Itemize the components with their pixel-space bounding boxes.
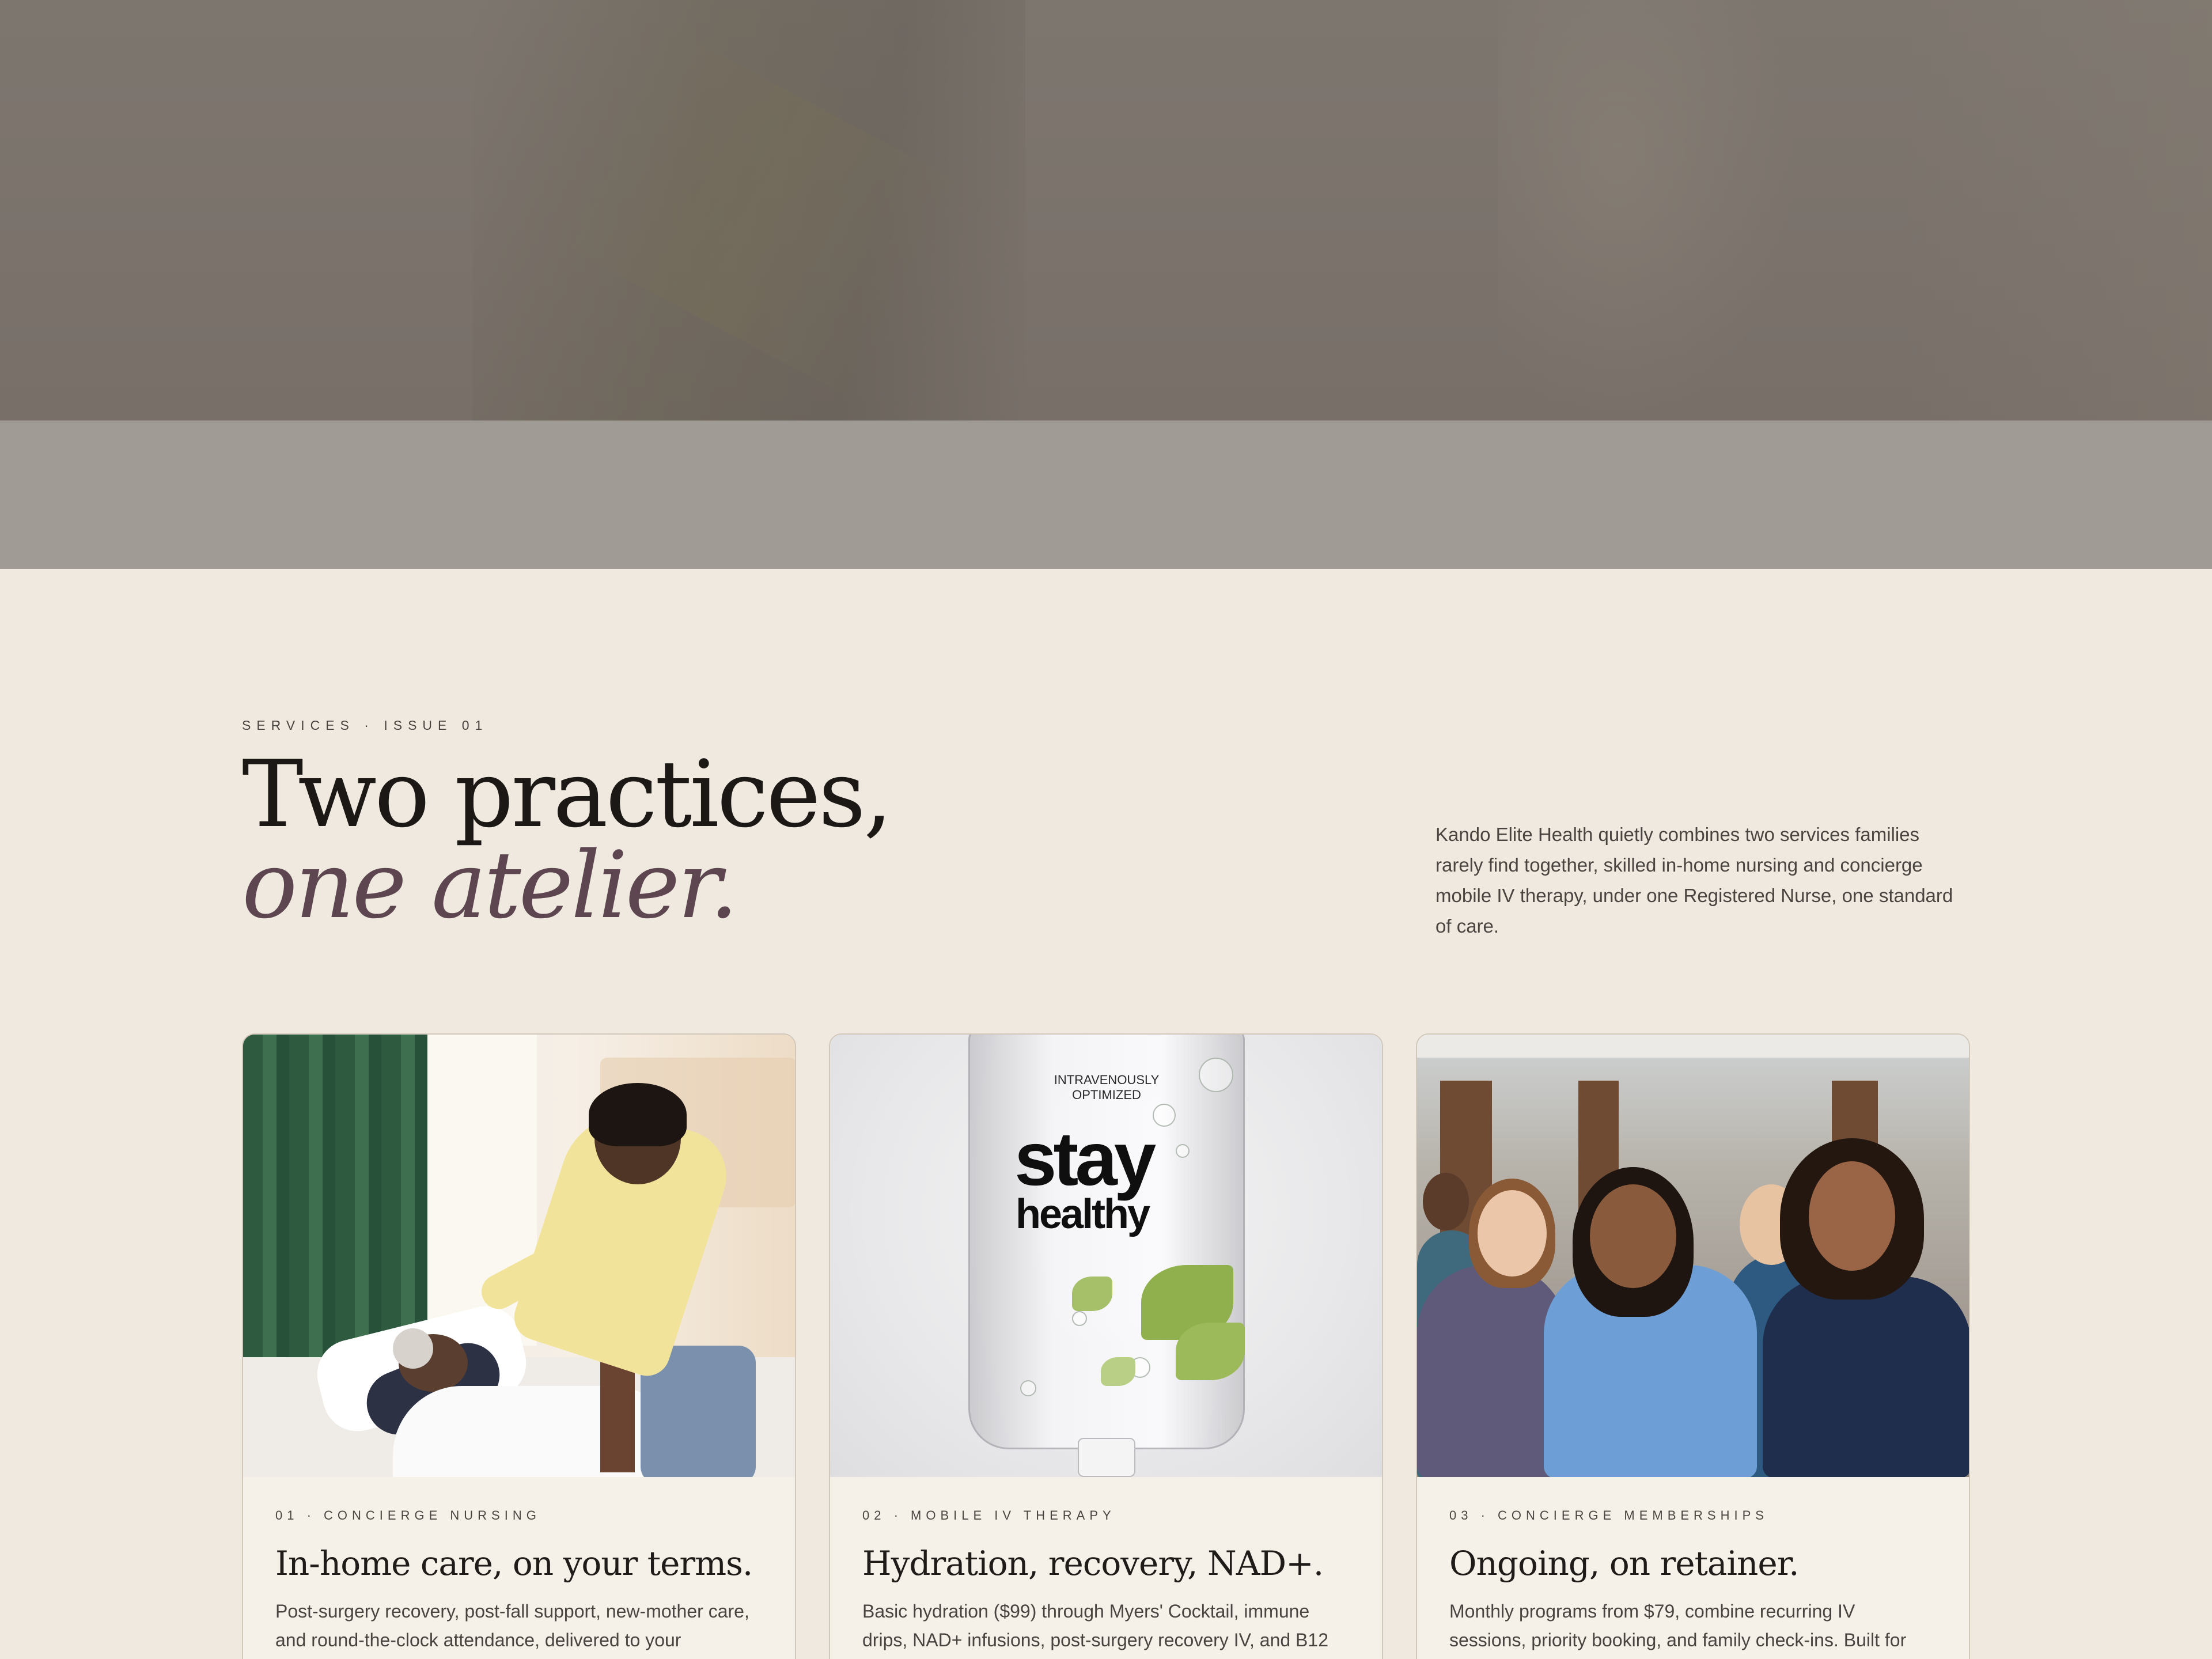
bubble	[1153, 1104, 1176, 1127]
card-kicker: 01 · CONCIERGE NURSING	[275, 1508, 541, 1522]
iv-bag-image: INTRAVENOUSLY OPTIMIZED stay healthy	[830, 1035, 1382, 1477]
card-description: Monthly programs from $79, combine recur…	[1449, 1601, 1907, 1650]
section-intro: Kando Elite Health quietly combines two …	[1435, 824, 1953, 937]
leaf	[1101, 1357, 1135, 1386]
leaf	[1072, 1277, 1112, 1311]
card-title[interactable]: In-home care, on your terms.	[275, 1544, 763, 1583]
iv-bag-tagline-line1: INTRAVENOUSLY	[1054, 1073, 1160, 1087]
card-description: Post-surgery recovery, post-fall support…	[275, 1601, 749, 1650]
bubble	[1020, 1380, 1036, 1396]
card-title[interactable]: Ongoing, on retainer.	[1449, 1544, 1937, 1583]
card-description: Basic hydration ($99) through Myers' Coc…	[862, 1601, 1328, 1650]
blanket-shape	[393, 1386, 681, 1477]
card-kicker: 02 · MOBILE IV THERAPY	[862, 1508, 1116, 1522]
hero-image-edge	[1901, 0, 2212, 421]
iv-bag-big-text-2: healthy	[1016, 1191, 1150, 1237]
card-body: 03 · CONCIERGE MEMBERSHIPS Ongoing, on r…	[1417, 1508, 1969, 1654]
nursing-image	[243, 1035, 795, 1477]
section-headline: Two practices, one atelier.	[242, 748, 1048, 931]
section-eyebrow: SERVICES · ISSUE 01	[242, 718, 488, 733]
hero-bottom-band	[0, 421, 2212, 569]
card-body: 01 · CONCIERGE NURSING In-home care, on …	[243, 1508, 795, 1654]
bubble	[1176, 1144, 1190, 1158]
nurse-hair-shape	[589, 1083, 687, 1146]
headline-italic: one atelier.	[242, 831, 738, 939]
bubble	[1072, 1311, 1087, 1326]
iv-bag-tagline: INTRAVENOUSLY OPTIMIZED	[968, 1073, 1245, 1103]
chair-shape	[600, 1357, 635, 1472]
ceiling-shape	[1417, 1035, 1969, 1058]
team-member-head	[1809, 1161, 1895, 1271]
team-image	[1417, 1035, 1969, 1477]
team-member-head	[1423, 1173, 1469, 1230]
hero-image-highlight	[1498, 0, 1797, 421]
iv-bag-big-text-1: stay	[1014, 1116, 1156, 1201]
team-member	[1763, 1277, 1969, 1477]
card-kicker: 03 · CONCIERGE MEMBERSHIPS	[1449, 1508, 1768, 1522]
leaf	[1176, 1323, 1245, 1380]
service-card-nursing[interactable]: 01 · CONCIERGE NURSING In-home care, on …	[242, 1033, 796, 1659]
patient-hair-shape	[393, 1328, 433, 1369]
team-member-head	[1590, 1184, 1676, 1288]
iv-bag-port-shape	[1078, 1438, 1135, 1477]
team-member-head	[1478, 1190, 1547, 1277]
card-title[interactable]: Hydration, recovery, NAD+.	[862, 1544, 1350, 1583]
service-card-iv-therapy[interactable]: INTRAVENOUSLY OPTIMIZED stay healthy 02 …	[829, 1033, 1383, 1659]
hero-image	[0, 0, 2212, 421]
service-card-memberships[interactable]: 03 · CONCIERGE MEMBERSHIPS Ongoing, on r…	[1416, 1033, 1970, 1659]
card-body: 02 · MOBILE IV THERAPY Hydration, recove…	[830, 1508, 1382, 1654]
iv-bag-tagline-line2: OPTIMIZED	[1072, 1088, 1141, 1102]
